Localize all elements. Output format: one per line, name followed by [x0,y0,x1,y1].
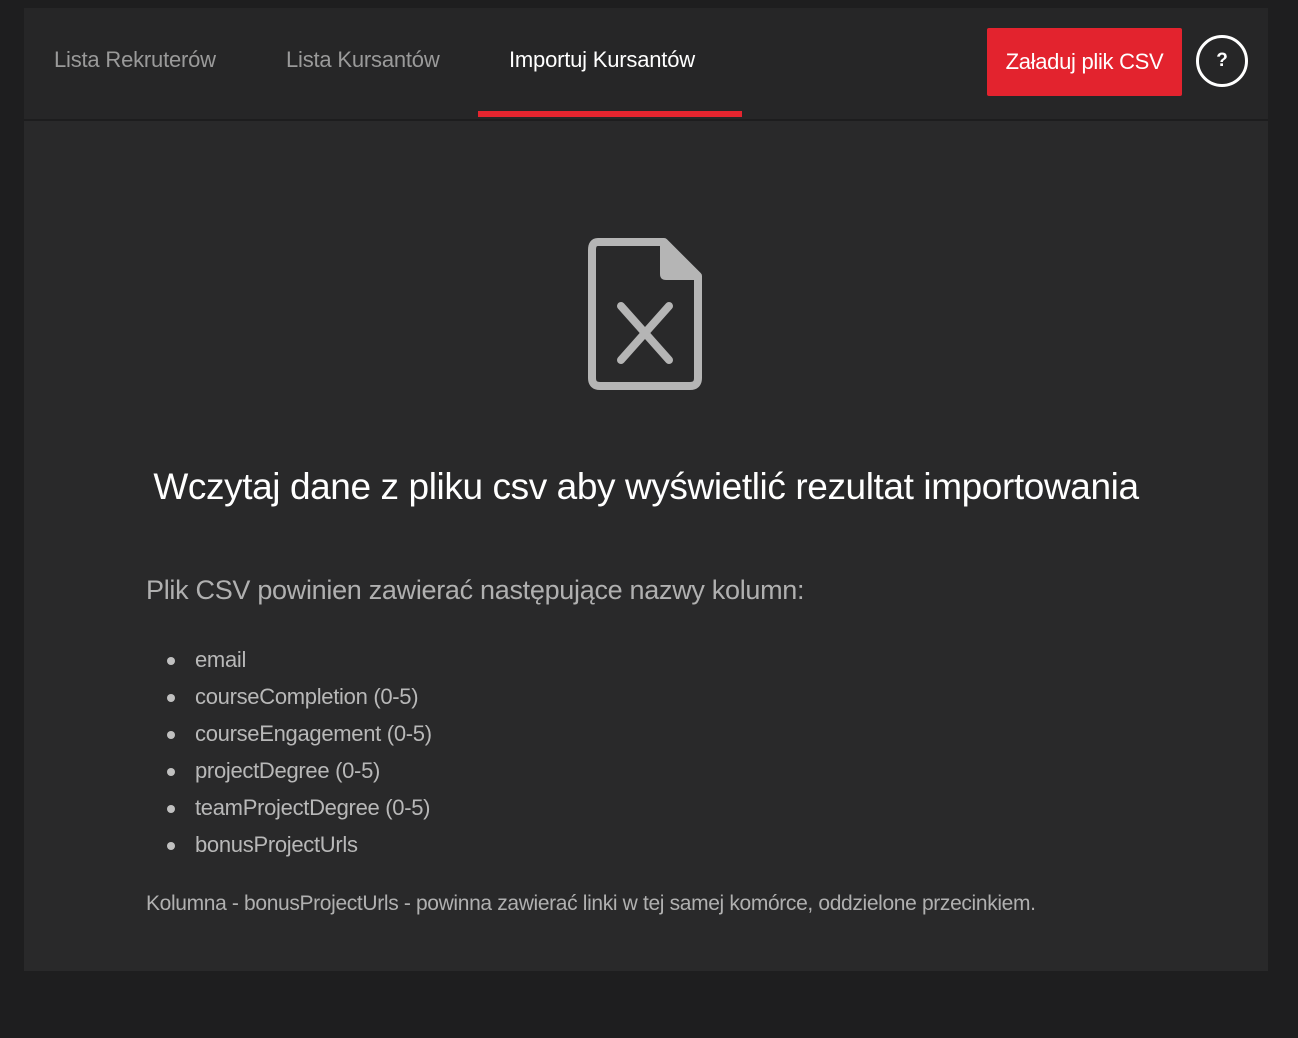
list-item: courseCompletion (0-5) [146,681,432,718]
tab-lista-rekruterow[interactable]: Lista Rekruterów [54,8,216,119]
required-columns-list: email courseCompletion (0-5) courseEngag… [146,644,432,866]
bullet-icon [167,731,175,739]
tab-importuj-kursantow[interactable]: Importuj Kursantów [509,8,695,119]
list-item: email [146,644,432,681]
bonus-urls-note: Kolumna - bonusProjectUrls - powinna zaw… [146,892,1036,915]
top-navigation: Lista Rekruterów Lista Kursantów Importu… [24,8,1268,121]
help-button[interactable]: ? [1196,35,1248,87]
list-item: projectDegree (0-5) [146,755,432,792]
bullet-icon [167,768,175,776]
bullet-icon [167,842,175,850]
instructions-heading: Plik CSV powinien zawierać następujące n… [146,575,805,605]
active-tab-indicator [478,111,742,117]
list-item: bonusProjectUrls [146,829,432,866]
main-panel: Lista Rekruterów Lista Kursantów Importu… [24,8,1268,971]
empty-state-headline: Wczytaj dane z pliku csv aby wyświetlić … [153,466,1139,507]
tab-lista-kursantow[interactable]: Lista Kursantów [286,8,440,119]
bullet-icon [167,694,175,702]
list-item: teamProjectDegree (0-5) [146,792,432,829]
list-item: courseEngagement (0-5) [146,718,432,755]
bullet-icon [167,657,175,665]
bullet-icon [167,805,175,813]
upload-csv-button[interactable]: Załaduj plik CSV [987,28,1182,96]
file-excel-icon [588,238,702,390]
